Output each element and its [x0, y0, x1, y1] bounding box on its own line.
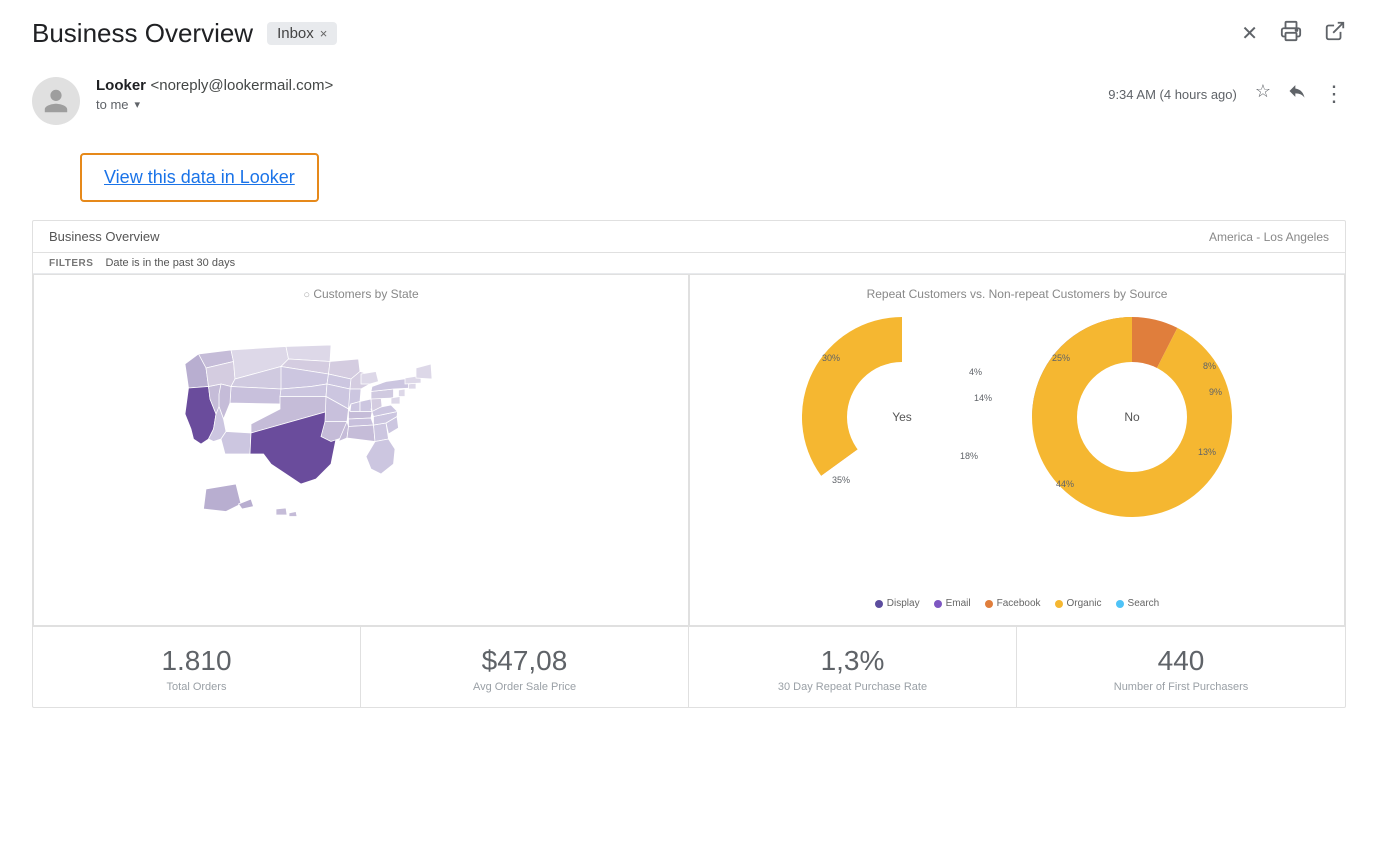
stat-total-orders-value: 1.810	[45, 645, 348, 677]
stat-avg-order-label: Avg Order Sale Price	[373, 681, 676, 693]
donut1-center: Yes	[892, 410, 912, 424]
us-map-svg	[111, 309, 611, 609]
inbox-badge[interactable]: Inbox ×	[267, 22, 337, 45]
legend-facebook: Facebook	[985, 598, 1041, 609]
open-external-icon[interactable]	[1324, 20, 1346, 48]
legend-search-label: Search	[1128, 598, 1160, 609]
legend-organic: Organic	[1055, 598, 1102, 609]
star-icon[interactable]: ☆	[1255, 81, 1271, 107]
filters-row: FILTERS Date is in the past 30 days	[33, 253, 1345, 274]
stat-total-orders: 1.810 Total Orders	[33, 627, 361, 707]
legend-organic-dot	[1055, 600, 1063, 608]
stat-total-orders-label: Total Orders	[45, 681, 348, 693]
collapse-icon[interactable]: ✕	[1241, 21, 1258, 46]
inbox-badge-close[interactable]: ×	[320, 26, 328, 41]
print-icon[interactable]	[1280, 20, 1302, 48]
email-header: Business Overview Inbox × ✕	[0, 0, 1378, 59]
chevron-down-icon: ▾	[135, 98, 141, 111]
donut-chart-title: Repeat Customers vs. Non-repeat Customer…	[706, 287, 1328, 301]
sender-name-line: Looker <noreply@lookermail.com>	[96, 77, 1092, 95]
donut2-pct-email: 9%	[1209, 387, 1222, 397]
reply-icon[interactable]	[1287, 81, 1307, 107]
donut2-pct-organic: 44%	[1056, 479, 1074, 489]
sender-avatar	[32, 77, 80, 125]
sender-info: Looker <noreply@lookermail.com> to me ▾	[96, 77, 1092, 112]
charts-grid: ○ Customers by State	[33, 274, 1345, 626]
email-action-icons: ☆ ⋮	[1255, 81, 1346, 107]
donut2-pct-display: 8%	[1203, 361, 1216, 371]
legend-display: Display	[875, 598, 920, 609]
sender-email: <noreply@lookermail.com>	[150, 77, 333, 94]
donut-chart-cell: Repeat Customers vs. Non-repeat Customer…	[689, 274, 1345, 626]
donut2-center: No	[1124, 410, 1139, 424]
donut1-pct-display: 4%	[969, 367, 982, 377]
stat-first-purchasers: 440 Number of First Purchasers	[1017, 627, 1345, 707]
donut1-pct-facebook: 18%	[960, 451, 978, 461]
donut1-pct-email: 14%	[974, 393, 992, 403]
us-map-wrapper	[50, 309, 672, 609]
stat-repeat-rate-value: 1,3%	[701, 645, 1004, 677]
to-me-label: to me	[96, 97, 129, 112]
legend-facebook-dot	[985, 600, 993, 608]
legend-email: Email	[934, 598, 971, 609]
stats-grid: 1.810 Total Orders $47,08 Avg Order Sale…	[33, 626, 1345, 707]
donut-wrapper: Yes 30% 4% 14% 18% 35%	[706, 309, 1328, 588]
view-looker-section: View this data in Looker	[0, 125, 1378, 220]
donut2-pct-search: 25%	[1052, 353, 1070, 363]
sender-section: Looker <noreply@lookermail.com> to me ▾ …	[0, 59, 1378, 125]
stat-repeat-rate-label: 30 Day Repeat Purchase Rate	[701, 681, 1004, 693]
sender-name: Looker	[96, 77, 146, 94]
map-chart-cell: ○ Customers by State	[33, 274, 689, 626]
legend-facebook-label: Facebook	[997, 598, 1041, 609]
stat-avg-order-value: $47,08	[373, 645, 676, 677]
dashboard-location: America - Los Angeles	[1209, 230, 1329, 244]
chart-legend: Display Email Facebook Organic Search	[706, 598, 1328, 609]
legend-email-dot	[934, 600, 942, 608]
donut1-pct-organic: 35%	[832, 475, 850, 485]
stat-avg-order: $47,08 Avg Order Sale Price	[361, 627, 689, 707]
stat-repeat-rate: 1,3% 30 Day Repeat Purchase Rate	[689, 627, 1017, 707]
legend-display-dot	[875, 600, 883, 608]
email-subject-title: Business Overview	[32, 18, 253, 49]
view-looker-link[interactable]: View this data in Looker	[80, 153, 319, 202]
legend-search-dot	[1116, 600, 1124, 608]
donut1-pct-search: 30%	[822, 353, 840, 363]
donut2-pct-facebook: 13%	[1198, 447, 1216, 457]
header-action-icons: ✕	[1241, 20, 1346, 48]
more-options-icon[interactable]: ⋮	[1323, 81, 1346, 107]
legend-organic-label: Organic	[1067, 598, 1102, 609]
email-timestamp: 9:34 AM (4 hours ago)	[1108, 87, 1237, 102]
stat-first-purchasers-value: 440	[1029, 645, 1333, 677]
dashboard-embed: Business Overview America - Los Angeles …	[32, 220, 1346, 708]
filter-chip: Date is in the past 30 days	[105, 257, 235, 269]
filters-label: FILTERS	[49, 258, 93, 269]
dashboard-header: Business Overview America - Los Angeles	[33, 221, 1345, 253]
stat-first-purchasers-label: Number of First Purchasers	[1029, 681, 1333, 693]
timestamp-row: 9:34 AM (4 hours ago) ☆ ⋮	[1108, 81, 1346, 107]
legend-search: Search	[1116, 598, 1160, 609]
map-chart-title: ○ Customers by State	[50, 287, 672, 301]
inbox-label: Inbox	[277, 25, 314, 42]
to-me-row[interactable]: to me ▾	[96, 97, 1092, 112]
legend-display-label: Display	[887, 598, 920, 609]
legend-email-label: Email	[946, 598, 971, 609]
donut2: No 25% 8% 9% 13% 44%	[1032, 317, 1232, 517]
dashboard-title: Business Overview	[49, 229, 160, 244]
donut1: Yes 30% 4% 14% 18% 35%	[802, 317, 1002, 517]
